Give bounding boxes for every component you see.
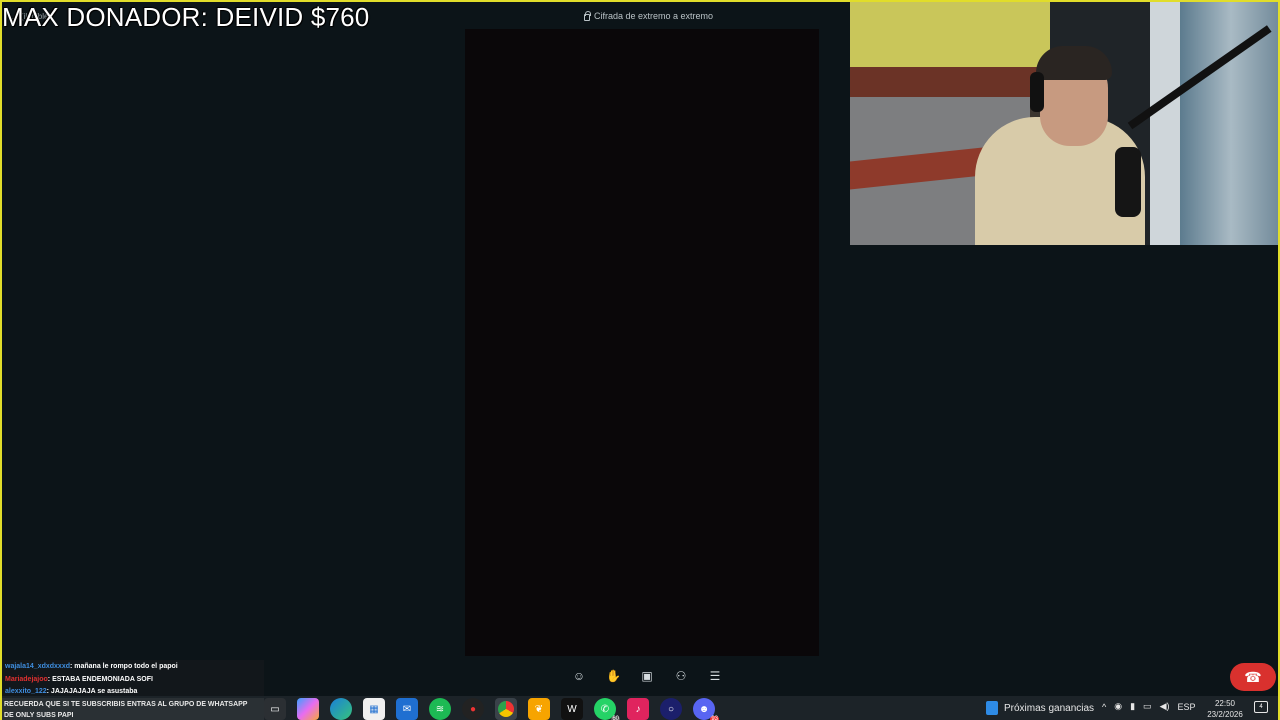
chat-text: : ESTABA ENDEMONIADA SOFI [47,676,153,683]
ticker-line-2: DE ONLY SUBS PAPI [4,712,74,719]
terminal-icon[interactable]: ▭ [264,698,286,720]
discord-badge: 93 [710,716,719,720]
mail-icon[interactable]: ✉ [396,698,418,720]
news-icon [986,701,998,715]
chat-text: : JAJAJAJAJA se asustaba [46,688,138,695]
copilot-icon[interactable] [297,698,319,720]
top-donor-text: MAX DONADOR: DEIVID $760 [2,2,370,32]
winamp-icon[interactable]: W [561,698,583,720]
clock[interactable]: 22:50 23/2/2026 [1202,698,1248,720]
chat-username: alexxito_122 [5,688,47,695]
curtain [1180,2,1278,245]
stream-ticker: RECUERDA QUE SI TE SUBSCRIBIS ENTRAS AL … [2,698,264,720]
streamer-webcam [850,2,1278,245]
wall [850,2,1050,67]
language-indicator[interactable]: ESP [1177,702,1195,712]
raise-hand-icon[interactable]: ✋ [606,669,621,683]
news-label: Próximas ganancias [1004,702,1095,714]
discord-icon[interactable]: ☻ 93 [693,698,719,720]
whatsapp-badge: 60 [611,716,620,720]
network-icon[interactable]: ▭ [1143,701,1152,712]
taskbar-apps: ▭ ▦ ✉ ≋ ● ❦ W ✆ 60 ♪ ○ ☻ 93 [264,698,719,720]
lock-icon [584,10,591,21]
chat-overlay: wajala14_xdxdxxxd: mañana le rompo todo … [2,660,264,700]
store-icon[interactable]: ▦ [363,698,385,720]
chat-text: : mañana le rompo todo el papoi [70,663,178,670]
chat-username: wajala14_xdxdxxxd [5,663,70,670]
news-widget[interactable]: Próximas ganancias [986,701,1094,715]
system-tray: ^ ◉ ▮ ▭ ◀) ESP [1102,701,1196,712]
encryption-label: Cifrada de extremo a extremo [594,11,714,21]
notification-icon[interactable]: 4 [1254,701,1268,713]
stream-screen: Cifrada de extremo a extremo ... (ilegib… [0,0,1280,720]
fl-studio-icon[interactable]: ❦ [528,698,550,720]
notification-count: 4 [1259,704,1263,710]
wall-stripe [850,67,1050,97]
tray-chevron-icon[interactable]: ^ [1102,702,1106,712]
mic-tray-icon[interactable]: ▮ [1130,701,1135,712]
clock-date: 23/2/2026 [1207,710,1243,719]
remote-video [465,29,819,656]
call-toolbar: ☺ ✋ ▣ ⚇ ☰ [572,669,722,683]
chat-message: alexxito_122: JAJAJAJAJA se asustaba [5,688,137,695]
edge-icon[interactable] [330,698,352,720]
clock-time: 22:50 [1214,699,1236,708]
add-person-icon[interactable]: ⚇ [674,669,688,683]
whatsapp-icon[interactable]: ✆ 60 [594,698,620,720]
record-icon[interactable]: ● [462,698,484,720]
windows-taskbar: RECUERDA QUE SI TE SUBSCRIBIS ENTRAS AL … [2,696,1278,720]
encryption-banner: Cifrada de extremo a extremo [584,10,714,21]
emoji-icon[interactable]: ☺ [572,669,586,683]
chrome-icon[interactable] [495,698,517,720]
hangup-button[interactable]: ☎ [1230,663,1276,691]
share-screen-icon[interactable]: ▣ [640,669,654,683]
chat-message: wajala14_xdxdxxxd: mañana le rompo todo … [5,663,178,670]
cortana-icon[interactable]: ○ [660,698,682,720]
headphones-icon [1030,72,1044,112]
chat-message: Mariadejajoo: ESTABA ENDEMONIADA SOFI [5,676,153,683]
tiktok-icon[interactable]: ♪ [627,698,649,720]
microphone-icon [1115,147,1141,217]
meet-now-icon[interactable]: ◉ [1114,701,1122,712]
more-options-icon[interactable]: ☰ [708,669,722,683]
chat-username: Mariadejajoo [5,676,48,683]
phone-hangup-icon: ☎ [1244,669,1262,685]
volume-icon[interactable]: ◀) [1160,701,1170,712]
streamer-hair [1036,46,1112,80]
ticker-line-1: RECUERDA QUE SI TE SUBSCRIBIS ENTRAS AL … [4,701,248,708]
spotify-icon[interactable]: ≋ [429,698,451,720]
